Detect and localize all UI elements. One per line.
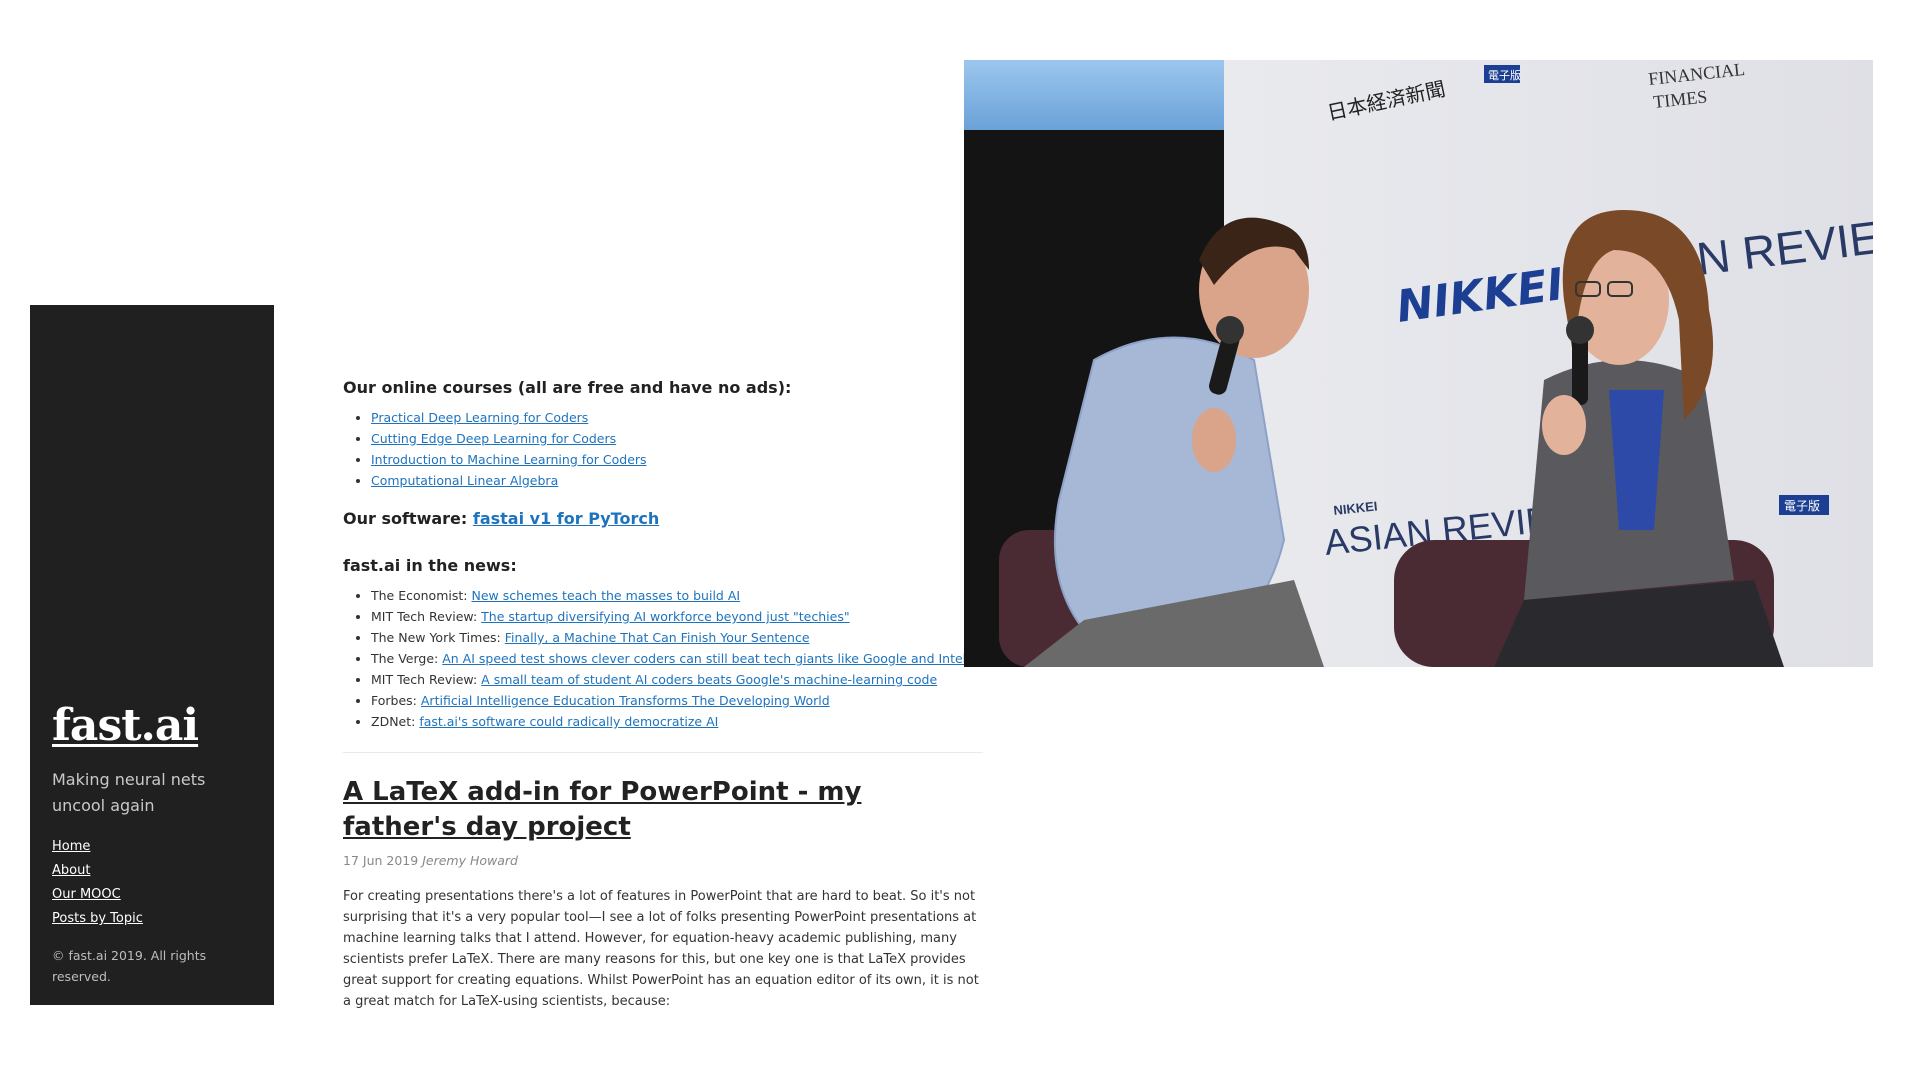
list-item: The Verge: An AI speed test shows clever… xyxy=(371,648,983,669)
list-item: The New York Times: Finally, a Machine T… xyxy=(371,627,983,648)
divider xyxy=(343,752,983,753)
list-item: MIT Tech Review: A small team of student… xyxy=(371,669,983,690)
site-tagline: Making neural nets uncool again xyxy=(52,770,206,815)
nav-our-mooc[interactable]: Our MOOC xyxy=(52,883,143,907)
news-heading: fast.ai in the news: xyxy=(343,556,517,575)
course-link[interactable]: Cutting Edge Deep Learning for Coders xyxy=(371,431,616,446)
list-item: The Economist: New schemes teach the mas… xyxy=(371,585,983,606)
news-source: MIT Tech Review: xyxy=(371,672,478,687)
course-link[interactable]: Introduction to Machine Learning for Cod… xyxy=(371,452,647,467)
software-label: Our software: xyxy=(343,509,468,528)
backdrop-text: 電子版 xyxy=(1488,68,1521,82)
sidebar-nav: Home About Our MOOC Posts by Topic xyxy=(52,835,143,931)
backdrop-text: 電子版 xyxy=(1784,499,1820,513)
post-author: Jeremy Howard xyxy=(422,853,518,868)
course-link[interactable]: Practical Deep Learning for Coders xyxy=(371,410,588,425)
courses-heading: Our online courses (all are free and hav… xyxy=(343,378,792,397)
site-logo[interactable]: fast.ai xyxy=(52,700,199,751)
news-source: Forbes: xyxy=(371,693,417,708)
news-link[interactable]: fast.ai's software could radically democ… xyxy=(419,714,718,729)
nav-posts-by-topic[interactable]: Posts by Topic xyxy=(52,907,143,931)
news-source: ZDNet: xyxy=(371,714,416,729)
nav-home[interactable]: Home xyxy=(52,835,143,859)
software-link[interactable]: fastai v1 for PyTorch xyxy=(473,509,659,528)
news-link[interactable]: An AI speed test shows clever coders can… xyxy=(442,651,966,666)
list-item: Computational Linear Algebra xyxy=(371,470,983,491)
list-item: Forbes: Artificial Intelligence Educatio… xyxy=(371,690,983,711)
list-item: Cutting Edge Deep Learning for Coders xyxy=(371,428,983,449)
courses-list: Practical Deep Learning for Coders Cutti… xyxy=(343,407,983,491)
sidebar: fast.ai Making neural nets uncool again … xyxy=(30,305,274,1005)
post-title[interactable]: A LaTeX add-in for PowerPoint - my fathe… xyxy=(343,775,983,845)
course-link[interactable]: Computational Linear Algebra xyxy=(371,473,558,488)
software-line: Our software: fastai v1 for PyTorch xyxy=(343,509,983,528)
post-meta: 17 Jun 2019 Jeremy Howard xyxy=(343,853,983,868)
list-item: MIT Tech Review: The startup diversifyin… xyxy=(371,606,983,627)
post-date: 17 Jun 2019 xyxy=(343,853,419,868)
copyright: © fast.ai 2019. All rights reserved. xyxy=(52,948,207,984)
news-source: MIT Tech Review: xyxy=(371,609,478,624)
news-link[interactable]: New schemes teach the masses to build AI xyxy=(471,588,740,603)
speakers-photo: 日本経済新聞 電子版 FINANCIAL TIMES NIKKEI N REVI… xyxy=(964,60,1873,667)
news-source: The Verge: xyxy=(371,651,439,666)
news-list: The Economist: New schemes teach the mas… xyxy=(343,585,983,732)
list-item: ZDNet: fast.ai's software could radicall… xyxy=(371,711,983,732)
news-link[interactable]: The startup diversifying AI workforce be… xyxy=(481,609,849,624)
news-source: The Economist: xyxy=(371,588,468,603)
list-item: Introduction to Machine Learning for Cod… xyxy=(371,449,983,470)
news-link[interactable]: A small team of student AI coders beats … xyxy=(481,672,937,687)
news-link[interactable]: Finally, a Machine That Can Finish Your … xyxy=(505,630,810,645)
post-excerpt: For creating presentations there's a lot… xyxy=(343,889,979,1009)
nav-about[interactable]: About xyxy=(52,859,143,883)
news-link[interactable]: Artificial Intelligence Education Transf… xyxy=(421,693,830,708)
list-item: Practical Deep Learning for Coders xyxy=(371,407,983,428)
main-content: Our online courses (all are free and hav… xyxy=(343,378,983,1012)
news-source: The New York Times: xyxy=(371,630,501,645)
